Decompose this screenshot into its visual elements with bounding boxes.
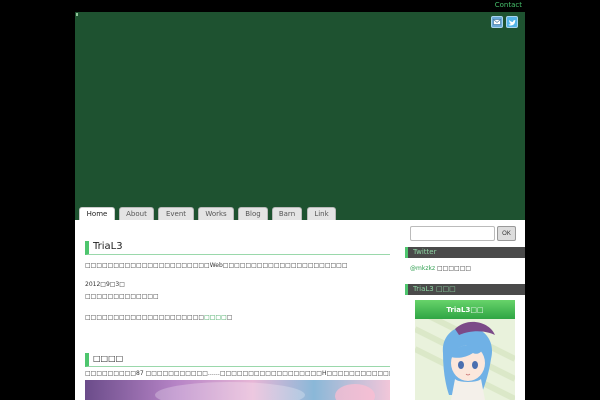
twitter-heading: Twitter bbox=[405, 247, 525, 258]
tab-about[interactable]: About bbox=[119, 207, 154, 220]
contact-link[interactable]: Contact bbox=[495, 1, 522, 9]
mail-icon[interactable] bbox=[491, 16, 503, 28]
section-text: □□□□□□□□□87 □□□□□□□□□□□……□□□□□□□□□□□□□□□… bbox=[85, 370, 390, 377]
section-heading: TriaL3 □□□ bbox=[405, 284, 525, 295]
sidebar: OK Twitter @mkzkz □□□□□□ TriaL3 □□□ Tria… bbox=[400, 220, 525, 400]
tab-works[interactable]: Works bbox=[198, 207, 234, 220]
tab-blog[interactable]: Blog bbox=[238, 207, 268, 220]
banner-accent bbox=[335, 384, 375, 400]
promo-character-image bbox=[415, 319, 515, 400]
header-marker bbox=[76, 13, 78, 16]
banner-highlight bbox=[155, 382, 305, 400]
search-button[interactable]: OK bbox=[497, 226, 516, 241]
post-date: 2012□9□3□ bbox=[85, 281, 125, 288]
tab-barn[interactable]: Barn bbox=[272, 207, 302, 220]
twitter-suffix: □□□□□□ bbox=[437, 265, 472, 272]
site-header bbox=[75, 12, 525, 220]
notice-link[interactable]: □□□□ bbox=[204, 314, 227, 321]
twitter-icon[interactable] bbox=[506, 16, 518, 28]
promo-title: TriaL3□□ bbox=[415, 300, 515, 319]
twitter-handle-link[interactable]: @mkzkz bbox=[410, 265, 435, 272]
update-text: □□□□□□□□□□□□□ bbox=[85, 293, 159, 300]
notice-text: □□□□□□□□□□□□□□□□□□□□□□□□□□ bbox=[85, 314, 390, 322]
banner-image[interactable] bbox=[85, 380, 390, 400]
section-title: □□□□ bbox=[85, 353, 390, 367]
notice-suffix: □ bbox=[226, 314, 233, 321]
notice-prefix: □□□□□□□□□□□□□□□□□□□□□ bbox=[85, 314, 205, 321]
promo-banner[interactable]: TriaL3□□ bbox=[415, 300, 515, 400]
search-input[interactable] bbox=[410, 226, 495, 241]
tab-link[interactable]: Link bbox=[307, 207, 336, 220]
intro-text: □□□□□□□□□□□□□□□□□□□□□□Web□□□□□□□□□□□□□□□… bbox=[85, 262, 348, 269]
main-content: TriaL3 □□□□□□□□□□□□□□□□□□□□□□Web□□□□□□□□… bbox=[75, 220, 400, 400]
tab-home[interactable]: Home bbox=[79, 207, 115, 220]
tab-event[interactable]: Event bbox=[158, 207, 194, 220]
top-bar: Contact bbox=[0, 0, 600, 12]
page-title: TriaL3 bbox=[85, 241, 390, 255]
twitter-line: @mkzkz □□□□□□ bbox=[410, 265, 471, 272]
